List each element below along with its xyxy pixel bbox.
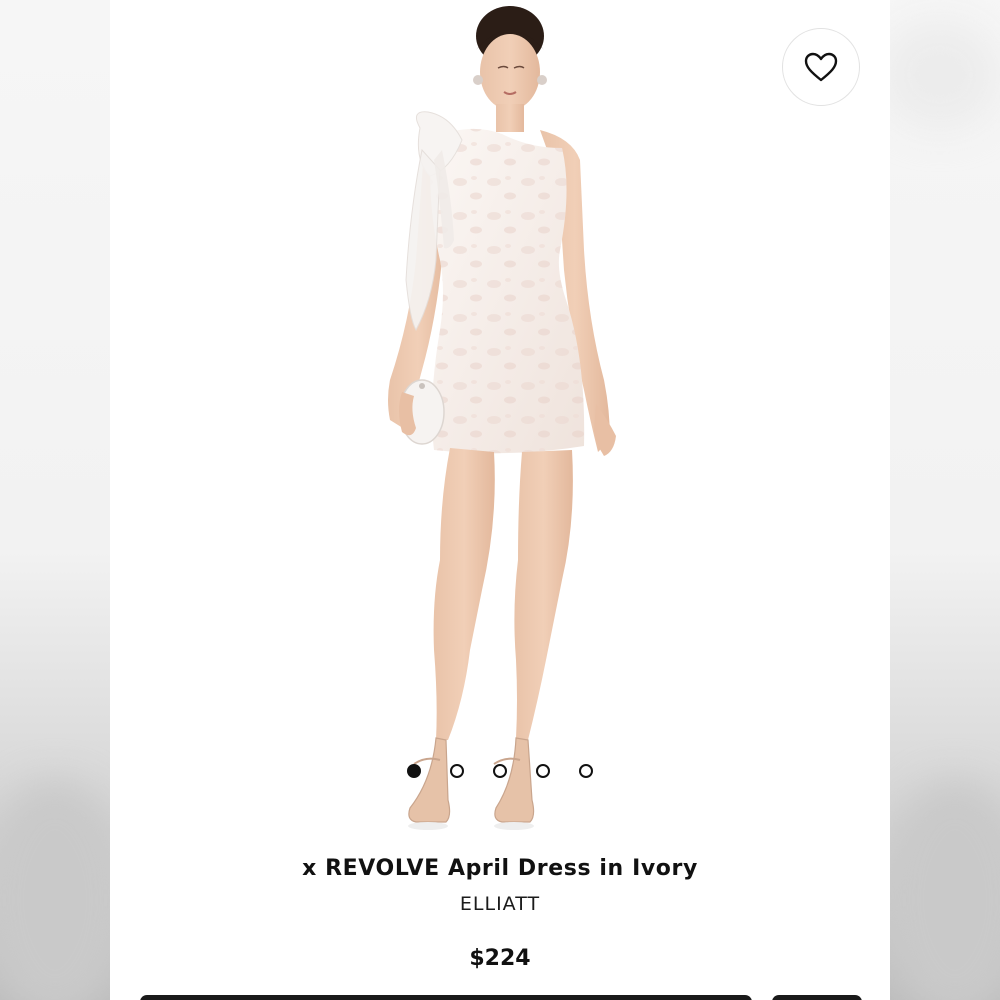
secondary-action-button-partial[interactable] — [772, 995, 862, 1000]
carousel-dot-2[interactable] — [450, 764, 464, 778]
carousel-dot-4[interactable] — [536, 764, 550, 778]
product-price: $224 — [469, 946, 531, 971]
brand-name[interactable]: ELLIATT — [110, 893, 890, 915]
carousel-dot-5[interactable] — [579, 764, 593, 778]
add-to-bag-button-partial[interactable] — [140, 995, 752, 1000]
screenshot-frame: x REVOLVE April Dress in Ivory ELLIATT $… — [0, 0, 1000, 1000]
blurred-left-panel — [0, 0, 130, 1000]
heart-outline-icon — [804, 52, 838, 82]
product-image[interactable] — [110, 0, 890, 840]
model-illustration — [388, 6, 616, 830]
carousel-dot-1[interactable] — [407, 764, 421, 778]
product-card: x REVOLVE April Dress in Ivory ELLIATT $… — [110, 0, 890, 1000]
blurred-right-panel — [880, 0, 1000, 1000]
favorite-button[interactable] — [782, 28, 860, 106]
product-title: x REVOLVE April Dress in Ivory — [302, 856, 698, 881]
image-carousel-dots — [110, 764, 890, 784]
carousel-dot-3[interactable] — [493, 764, 507, 778]
